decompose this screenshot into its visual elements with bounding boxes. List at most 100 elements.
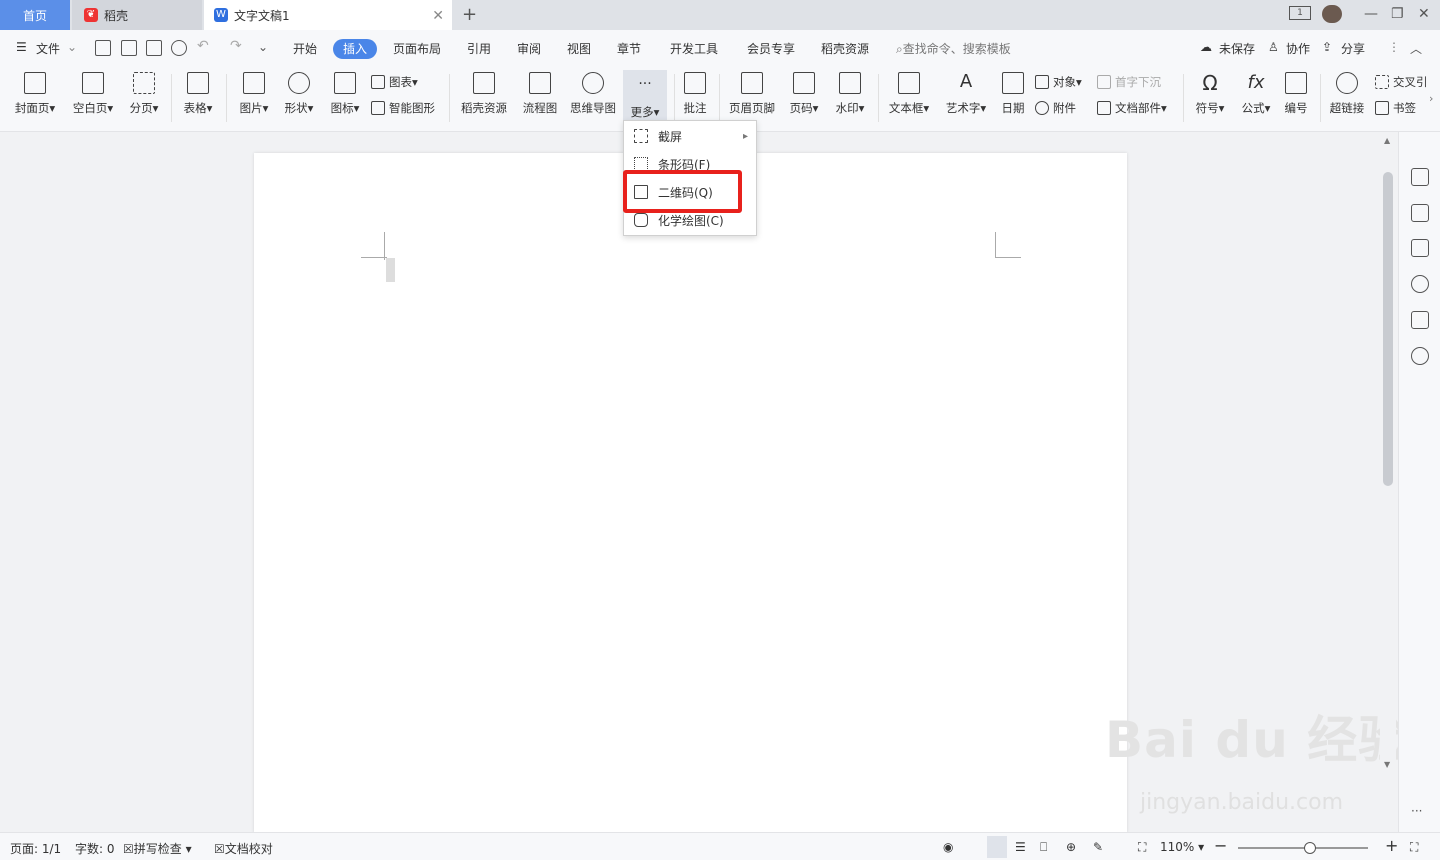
tab-document[interactable]: W 文字文稿1 ✕: [204, 0, 452, 30]
collaborate-button[interactable]: 协作: [1286, 40, 1310, 57]
tab-home[interactable]: 首页: [0, 0, 70, 30]
close-window-icon[interactable]: ✕: [1418, 6, 1430, 22]
minimize-icon[interactable]: —: [1364, 6, 1378, 22]
icon-button[interactable]: 图标▾: [325, 72, 365, 116]
cursor-select-icon[interactable]: [1411, 204, 1429, 222]
wordart-button[interactable]: A 艺术字▾: [941, 72, 991, 116]
zoom-in-button[interactable]: +: [1385, 836, 1398, 855]
ribbon-scroll-right-icon[interactable]: ›: [1429, 92, 1433, 105]
cover-page-button[interactable]: 封面页▾: [10, 72, 60, 116]
tab-daoke[interactable]: ❦ 稻壳: [72, 0, 202, 30]
write-mode-icon[interactable]: ✎: [1093, 840, 1103, 854]
zoom-level[interactable]: 110% ▾: [1160, 840, 1204, 854]
textbox-button[interactable]: 文本框▾: [884, 72, 934, 116]
page-break-button[interactable]: 分页▾: [124, 72, 164, 116]
redo-icon[interactable]: ↷: [230, 38, 242, 54]
page-number-button[interactable]: 页码▾: [784, 72, 824, 116]
close-tab-icon[interactable]: ✕: [432, 8, 444, 24]
menu-item-screenshot[interactable]: 截屏 ▸: [624, 123, 756, 149]
doc-parts-button[interactable]: 文档部件 ▾: [1097, 100, 1167, 116]
picture-button[interactable]: 图片▾: [234, 72, 274, 116]
scrollbar-thumb[interactable]: [1383, 172, 1393, 486]
menu-review[interactable]: 审阅: [517, 40, 541, 57]
symbol-button[interactable]: Ω 符号▾: [1190, 72, 1230, 116]
menu-member[interactable]: 会员专享: [747, 40, 795, 57]
page-break-icon: [133, 72, 155, 94]
search-command[interactable]: ⌕查找命令、搜索模板: [896, 40, 1011, 57]
formula-button[interactable]: fx 公式▾: [1236, 72, 1276, 116]
menu-page-layout[interactable]: 页面布局: [393, 40, 441, 57]
zoom-slider[interactable]: [1238, 842, 1368, 854]
page-count[interactable]: 页面: 1/1: [10, 840, 61, 857]
scroll-down-icon[interactable]: ▼: [1384, 760, 1390, 769]
more-options-icon[interactable]: ⋮: [1388, 40, 1400, 54]
collapse-ribbon-icon[interactable]: ︿: [1410, 40, 1422, 57]
numbering-button[interactable]: 编号: [1281, 72, 1311, 116]
mindmap-button[interactable]: 思维导图: [566, 72, 620, 116]
table-button[interactable]: 表格▾: [178, 72, 218, 116]
shape-button[interactable]: 形状▾: [279, 72, 319, 116]
lightning-icon[interactable]: [1411, 347, 1429, 365]
menu-section[interactable]: 章节: [617, 40, 641, 57]
help-icon[interactable]: [1411, 275, 1429, 293]
hamburger-icon[interactable]: ☰: [16, 40, 27, 54]
proofread-button[interactable]: ☒文档校对: [214, 840, 273, 857]
scroll-up-icon[interactable]: ▲: [1384, 136, 1390, 145]
web-view-icon[interactable]: ⊕: [1066, 840, 1076, 854]
flowchart-button[interactable]: 流程图: [518, 72, 562, 116]
new-tab-button[interactable]: +: [462, 4, 477, 25]
watermark-button[interactable]: 水印▾: [830, 72, 870, 116]
menu-references[interactable]: 引用: [467, 40, 491, 57]
page-view-button[interactable]: [987, 836, 1007, 858]
more-panel-icon[interactable]: ···: [1411, 804, 1422, 818]
unsaved-status[interactable]: 未保存: [1219, 40, 1255, 57]
header-footer-button[interactable]: 页眉页脚: [726, 72, 778, 116]
read-mode-icon[interactable]: ⎕: [1040, 840, 1047, 855]
chart-label: 图表: [389, 75, 412, 89]
zoom-slider-knob[interactable]: [1303, 842, 1316, 854]
hyperlink-button[interactable]: 超链接: [1327, 72, 1367, 116]
more-button[interactable]: ··· 更多▾: [623, 70, 667, 124]
export-pdf-icon[interactable]: [121, 40, 137, 56]
chart-button[interactable]: 图表 ▾: [371, 74, 418, 90]
object-button[interactable]: 对象 ▾: [1035, 74, 1082, 90]
drop-cap-button[interactable]: 首字下沉: [1097, 74, 1161, 90]
print-preview-icon[interactable]: [171, 40, 187, 56]
share-button[interactable]: 分享: [1341, 40, 1365, 57]
chevron-down-icon[interactable]: ⌄: [67, 40, 77, 54]
pen-icon[interactable]: [1411, 168, 1429, 186]
icons-icon: [334, 72, 356, 94]
daoke-resources-button[interactable]: 稻壳资源: [456, 72, 512, 116]
cross-reference-button[interactable]: 交叉引: [1375, 74, 1428, 90]
word-count[interactable]: 字数: 0: [75, 840, 115, 857]
zoom-out-button[interactable]: −: [1214, 836, 1227, 855]
spell-check-button[interactable]: ☒拼写检查 ▾: [123, 840, 192, 857]
eye-icon[interactable]: ◉: [943, 840, 953, 854]
image-tool-icon[interactable]: [1411, 311, 1429, 329]
fullscreen-icon[interactable]: ⛶: [1410, 840, 1418, 855]
menu-insert[interactable]: 插入: [333, 39, 377, 59]
settings-sliders-icon[interactable]: [1411, 239, 1429, 257]
save-icon[interactable]: [95, 40, 111, 56]
blank-page-button[interactable]: 空白页▾: [68, 72, 118, 116]
restore-icon[interactable]: ❐: [1391, 6, 1404, 22]
page-view-icon[interactable]: 1: [1289, 6, 1311, 20]
fit-page-icon[interactable]: ⛶: [1138, 840, 1146, 855]
link-icon: [1336, 72, 1358, 94]
smartart-button[interactable]: 智能图形: [371, 100, 435, 116]
date-button[interactable]: 日期: [998, 72, 1028, 116]
print-icon[interactable]: [146, 40, 162, 56]
attachment-button[interactable]: 附件: [1035, 100, 1076, 116]
menu-developer[interactable]: 开发工具: [670, 40, 718, 57]
outline-view-icon[interactable]: ☰: [1015, 840, 1026, 854]
undo-icon[interactable]: ↶: [197, 38, 209, 54]
menu-daoke-resources[interactable]: 稻壳资源: [821, 40, 869, 57]
quick-access-more-icon[interactable]: ⌄: [258, 40, 268, 54]
menu-start[interactable]: 开始: [293, 40, 317, 57]
menu-view[interactable]: 视图: [567, 40, 591, 57]
avatar[interactable]: [1322, 5, 1342, 23]
menu-file[interactable]: 文件: [36, 40, 60, 57]
comment-button[interactable]: 批注: [678, 72, 712, 116]
document-page[interactable]: [254, 153, 1127, 833]
bookmark-button[interactable]: 书签: [1375, 100, 1416, 116]
